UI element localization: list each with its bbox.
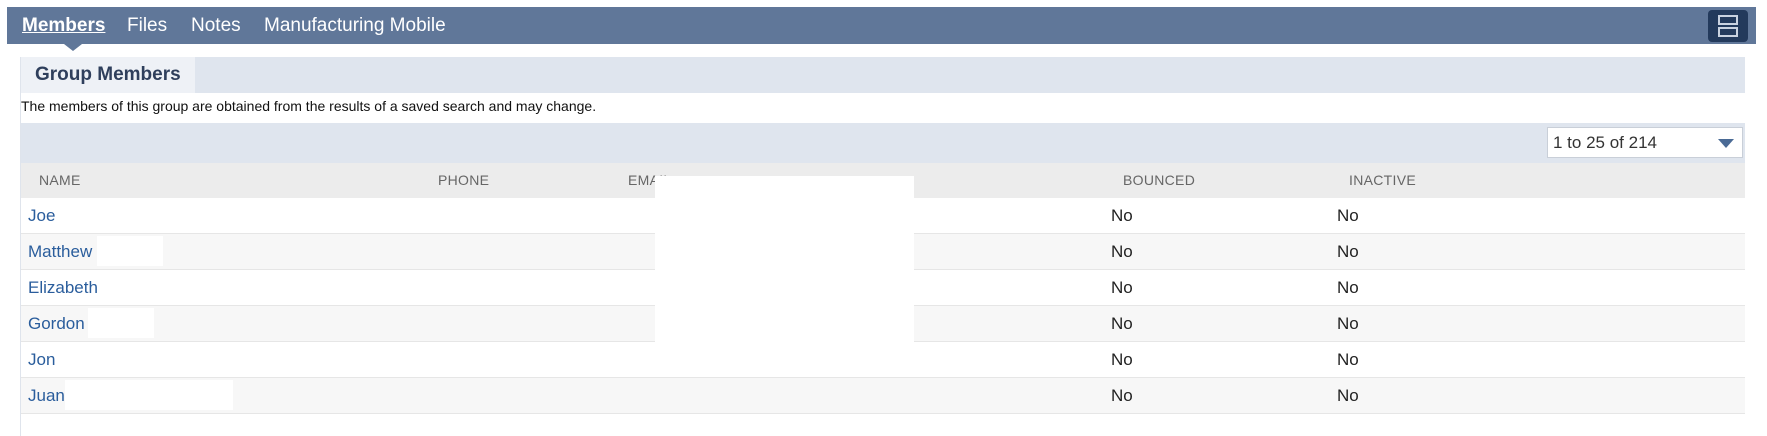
bounced-value: No: [1111, 242, 1133, 261]
section-title: Group Members: [21, 57, 195, 93]
inactive-value: No: [1337, 314, 1359, 333]
layout-toggle-icon: [1718, 15, 1738, 25]
bounced-value: No: [1111, 350, 1133, 369]
redacted-block: [65, 380, 233, 410]
tab-notes[interactable]: Notes: [191, 7, 241, 44]
active-tab-pointer: [64, 44, 82, 51]
layout-toggle-icon-lower: [1718, 27, 1738, 37]
inactive-value: No: [1337, 206, 1359, 225]
member-name-link[interactable]: Juan: [28, 378, 65, 413]
column-header-name[interactable]: NAME: [39, 163, 81, 198]
member-name-link[interactable]: Joe: [28, 198, 55, 233]
bounced-value: No: [1111, 206, 1133, 225]
tab-manufacturing-mobile[interactable]: Manufacturing Mobile: [264, 7, 446, 44]
subtab-bar: Members Files Notes Manufacturing Mobile: [7, 7, 1756, 51]
bounced-value: No: [1111, 278, 1133, 297]
section-description: The members of this group are obtained f…: [21, 98, 597, 114]
inactive-value: No: [1337, 386, 1359, 405]
member-name-link[interactable]: Matthew: [28, 234, 92, 269]
redacted-block: [97, 236, 163, 266]
tab-files[interactable]: Files: [127, 7, 167, 44]
table-row: Juan No No: [21, 378, 1745, 414]
section-header: Group Members: [21, 57, 1745, 93]
chevron-down-icon: [1718, 139, 1734, 148]
inactive-value: No: [1337, 350, 1359, 369]
member-name-link[interactable]: Jon: [28, 342, 55, 377]
page-range-select[interactable]: 1 to 25 of 214: [1547, 127, 1743, 158]
tab-members-label: Members: [22, 15, 106, 36]
tab-manufacturing-mobile-label: Manufacturing Mobile: [264, 15, 446, 36]
inactive-value: No: [1337, 278, 1359, 297]
redacted-email-column: [655, 176, 914, 374]
tab-notes-label: Notes: [191, 15, 241, 36]
column-header-bounced[interactable]: BOUNCED: [1123, 163, 1195, 198]
page-range-label: 1 to 25 of 214: [1553, 133, 1657, 152]
redacted-block: [88, 308, 154, 338]
layout-toggle-button[interactable]: [1708, 10, 1748, 42]
pager-bar: 1 to 25 of 214: [21, 123, 1745, 163]
member-name-link[interactable]: Gordon: [28, 306, 85, 341]
bounced-value: No: [1111, 314, 1133, 333]
bounced-value: No: [1111, 386, 1133, 405]
tab-files-label: Files: [127, 15, 168, 36]
column-header-inactive[interactable]: INACTIVE: [1349, 163, 1416, 198]
tab-members[interactable]: Members: [22, 7, 105, 44]
inactive-value: No: [1337, 242, 1359, 261]
column-header-phone[interactable]: PHONE: [438, 163, 489, 198]
member-name-link[interactable]: Elizabeth: [28, 270, 98, 305]
